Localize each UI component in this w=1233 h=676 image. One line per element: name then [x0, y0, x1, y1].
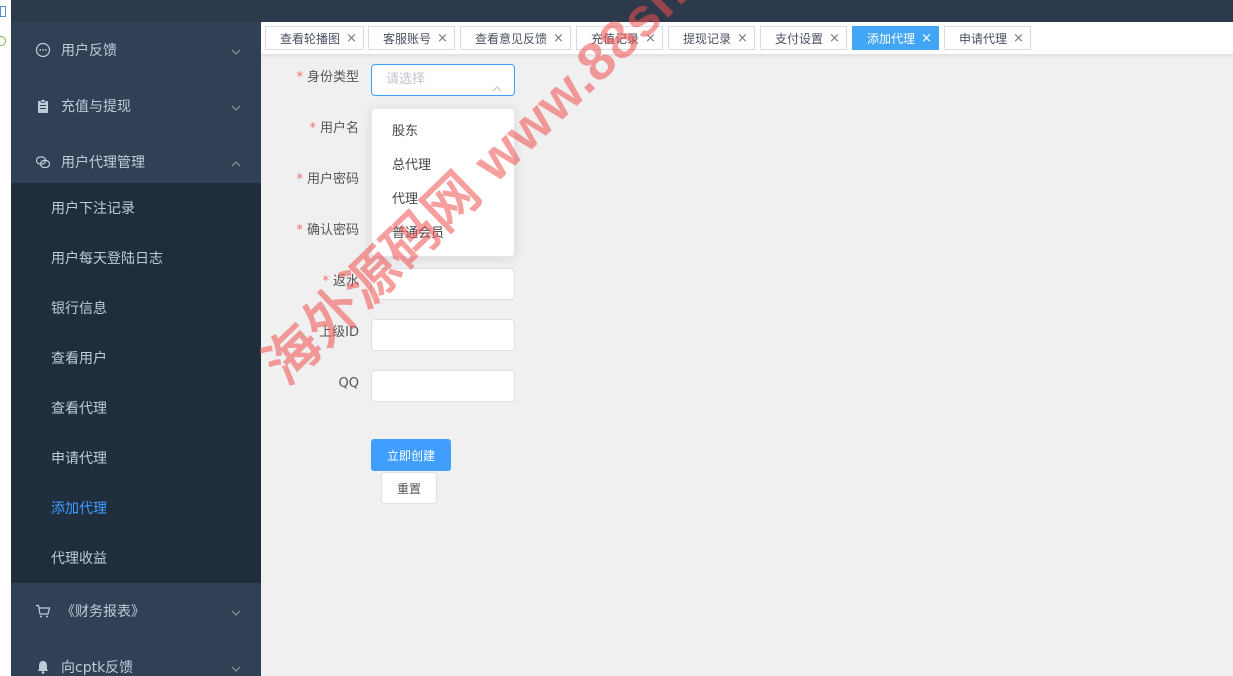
edge-circle-icon — [0, 36, 6, 46]
close-icon[interactable]: × — [1013, 32, 1024, 45]
identity-type-label: * 身份类型 — [261, 62, 359, 94]
sidebar-item-bet-records[interactable]: 用户下注记录 — [11, 183, 261, 233]
required-mark: * — [296, 70, 303, 85]
dropdown-option-shareholder[interactable]: 股东 — [392, 122, 418, 142]
tab-withdraw-records[interactable]: 提现记录 × — [668, 26, 755, 50]
tab-recharge-records[interactable]: 充值记录 × — [576, 26, 663, 50]
label-text: 身份类型 — [306, 70, 359, 85]
tab-feedback[interactable]: 查看意见反馈 × — [460, 26, 571, 50]
close-icon[interactable]: × — [645, 32, 656, 45]
label-text: 用户密码 — [306, 172, 359, 187]
sidebar-item-view-users[interactable]: 查看用户 — [11, 333, 261, 383]
tab-label: 查看意见反馈 — [475, 31, 548, 46]
identity-type-dropdown: 股东 总代理 代理 普通会员 — [371, 108, 515, 257]
sidebar-item-agent-earnings[interactable]: 代理收益 — [11, 533, 261, 583]
tab-payment-settings[interactable]: 支付设置 × — [760, 26, 847, 50]
sidebar-item-label: 申请代理 — [51, 451, 107, 467]
create-button[interactable]: 立即创建 — [371, 439, 451, 471]
sidebar-menu-label: 向cptk反馈 — [61, 660, 134, 676]
sidebar-menu-label: 用户反馈 — [61, 43, 117, 59]
tab-add-agent[interactable]: 添加代理 × — [852, 26, 939, 50]
top-navbar — [11, 0, 1233, 22]
label-text: 确认密码 — [306, 223, 359, 238]
qq-label: QQ — [338, 376, 359, 391]
rebate-label: * 返水 — [261, 266, 359, 298]
close-icon[interactable]: × — [553, 32, 564, 45]
main-content: 查看轮播图 × 客服账号 × 查看意见反馈 × 充值记录 × 提现记录 × 支付设置 × 添… — [261, 22, 1233, 676]
parent-id-input[interactable] — [371, 319, 515, 351]
sidebar-menu-label: 用户代理管理 — [61, 155, 145, 171]
tab-label: 客服账号 — [383, 31, 432, 46]
tab-label: 查看轮播图 — [280, 31, 341, 46]
sidebar-item-apply-agent[interactable]: 申请代理 — [11, 433, 261, 483]
tags-view: 查看轮播图 × 客服账号 × 查看意见反馈 × 充值记录 × 提现记录 × 支付设置 × 添… — [261, 22, 1233, 55]
sidebar-item-label: 银行信息 — [51, 301, 107, 317]
chevron-down-icon — [231, 45, 241, 61]
sidebar-menu-user-feedback[interactable]: 用户反馈 — [11, 22, 261, 78]
password-label: * 用户密码 — [261, 164, 359, 196]
required-mark: * — [296, 223, 303, 238]
required-mark: * — [322, 274, 329, 289]
sidebar-item-add-agent[interactable]: 添加代理 — [11, 483, 261, 533]
sidebar-menu-label: 《财务报表》 — [61, 604, 145, 620]
sidebar-menu-recharge-withdraw[interactable]: 充值与提现 — [11, 78, 261, 134]
sidebar-item-daily-login-log[interactable]: 用户每天登陆日志 — [11, 233, 261, 283]
tab-label: 支付设置 — [775, 31, 824, 46]
sidebar-menu-agent-management[interactable]: 用户代理管理 — [11, 134, 261, 190]
close-icon[interactable]: × — [437, 32, 448, 45]
sidebar-menu-feedback-cptk[interactable]: 向cptk反馈 — [11, 639, 261, 676]
bell-icon — [35, 659, 51, 675]
close-icon[interactable]: × — [921, 32, 932, 45]
select-placeholder: 请选择 — [386, 72, 426, 87]
rebate-input[interactable] — [371, 268, 515, 300]
identity-type-select[interactable]: 请选择 — [371, 64, 515, 96]
reset-button[interactable]: 重置 — [381, 472, 437, 504]
edge-square-icon — [0, 6, 6, 17]
chevron-up-icon — [492, 76, 502, 106]
tab-label: 充值记录 — [591, 31, 640, 46]
parent-id-label: 上级ID — [319, 325, 359, 340]
chevron-down-icon — [231, 606, 241, 622]
dropdown-option-general-agent[interactable]: 总代理 — [392, 156, 431, 176]
required-mark: * — [309, 121, 316, 136]
sidebar-item-view-agents[interactable]: 查看代理 — [11, 383, 261, 433]
label-text: 用户名 — [319, 121, 359, 136]
dropdown-option-member[interactable]: 普通会员 — [392, 224, 444, 244]
chat-icon — [35, 42, 51, 58]
required-mark: * — [296, 172, 303, 187]
sidebar-item-label: 查看用户 — [51, 351, 107, 367]
sidebar: 用户反馈 充值与提现 用户代理管理 用户下注记录 用户每天登陆日志 银行信息 查… — [11, 22, 261, 676]
clipboard-icon — [35, 98, 51, 114]
chevron-up-icon — [231, 157, 241, 173]
sidebar-item-label: 查看代理 — [51, 401, 107, 417]
tab-label: 提现记录 — [683, 31, 732, 46]
confirm-password-label: * 确认密码 — [261, 215, 359, 247]
sidebar-item-bank-info[interactable]: 银行信息 — [11, 283, 261, 333]
close-icon[interactable]: × — [829, 32, 840, 45]
left-edge-strip — [0, 0, 11, 676]
chevron-down-icon — [231, 662, 241, 676]
sidebar-menu-financial-report[interactable]: 《财务报表》 — [11, 583, 261, 639]
sidebar-item-label: 用户每天登陆日志 — [51, 251, 163, 267]
tab-label: 添加代理 — [867, 31, 916, 46]
sidebar-item-label: 用户下注记录 — [51, 201, 135, 217]
cart-icon — [35, 603, 51, 619]
sidebar-menu-label: 充值与提现 — [61, 99, 131, 115]
dropdown-option-agent[interactable]: 代理 — [392, 190, 418, 210]
username-label: * 用户名 — [261, 113, 359, 145]
label-text: 返水 — [332, 274, 359, 289]
link-icon — [35, 154, 51, 170]
close-icon[interactable]: × — [346, 32, 357, 45]
chevron-down-icon — [231, 101, 241, 117]
qq-input[interactable] — [371, 370, 515, 402]
sidebar-item-label: 代理收益 — [51, 551, 107, 567]
tab-label: 申请代理 — [959, 31, 1008, 46]
tab-apply-agent[interactable]: 申请代理 × — [944, 26, 1031, 50]
tab-carousel[interactable]: 查看轮播图 × — [265, 26, 364, 50]
sidebar-item-label: 添加代理 — [51, 501, 107, 517]
tab-service-accounts[interactable]: 客服账号 × — [368, 26, 455, 50]
close-icon[interactable]: × — [737, 32, 748, 45]
